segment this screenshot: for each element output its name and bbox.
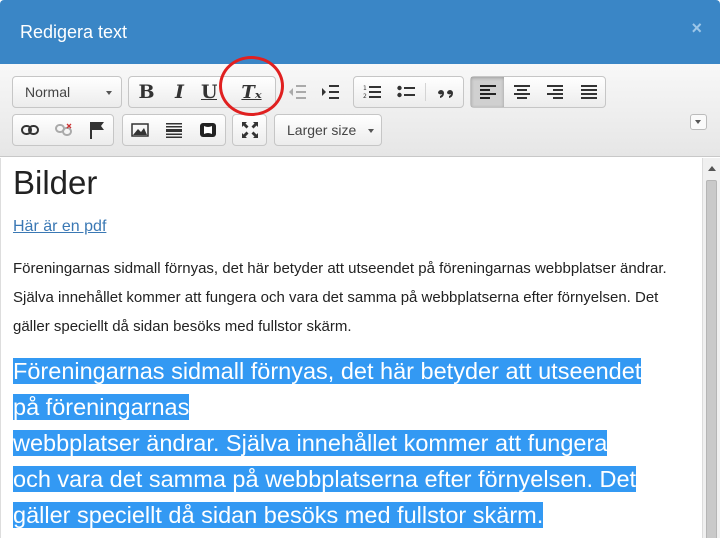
numbered-list-icon: 1 2 xyxy=(363,85,381,100)
horizontal-rule-button[interactable] xyxy=(158,115,189,145)
font-size-value: Larger size xyxy=(287,122,357,138)
indent-group xyxy=(280,76,347,108)
content-heading: Bilder xyxy=(13,164,98,201)
unlink-icon xyxy=(54,123,72,136)
align-left-icon xyxy=(479,85,496,99)
iframe-button[interactable] xyxy=(192,115,223,145)
scroll-up-icon[interactable] xyxy=(708,166,716,171)
italic-icon: I xyxy=(175,81,184,103)
selected-text: Föreningarnas sidmall förnyas, det här b… xyxy=(13,353,690,533)
underline-icon: U xyxy=(201,81,217,103)
blockquote-button[interactable] xyxy=(430,77,461,107)
selected-line: Föreningarnas sidmall förnyas, det här b… xyxy=(13,358,642,384)
horizontal-rule-icon xyxy=(165,123,182,138)
chevron-down-icon xyxy=(368,129,374,133)
selected-line: gäller speciellt då sidan besöks med ful… xyxy=(13,502,544,528)
selected-line: webbplatser ändrar. Själva innehållet ko… xyxy=(13,430,608,456)
selected-line: och vara det samma på webbplatserna efte… xyxy=(13,466,637,492)
bold-button[interactable]: B xyxy=(131,77,162,107)
maximize-group xyxy=(232,114,267,146)
quote-icon xyxy=(437,90,453,98)
link-group xyxy=(12,114,114,146)
basic-styles-group: B I U Tₓ xyxy=(128,76,276,108)
maximize-icon xyxy=(241,122,258,138)
scrollbar-thumb[interactable] xyxy=(706,180,717,538)
alignment-group xyxy=(470,76,606,108)
svg-text:2: 2 xyxy=(363,93,367,100)
italic-button[interactable]: I xyxy=(164,77,195,107)
underline-button[interactable]: U xyxy=(197,77,217,107)
align-center-icon xyxy=(513,85,530,99)
pdf-link[interactable]: Här är en pdf xyxy=(13,218,106,236)
chevron-down-icon xyxy=(106,91,112,95)
outdent-icon xyxy=(288,85,306,99)
insert-group xyxy=(122,114,226,146)
editor-toolbar: Normal B I U Tₓ 1 2 Larger size xyxy=(0,64,720,157)
flag-icon xyxy=(89,122,104,139)
bullet-list-icon xyxy=(396,85,415,98)
numbered-list-button[interactable]: 1 2 xyxy=(356,77,387,107)
bold-icon: B xyxy=(138,81,155,103)
link-button[interactable] xyxy=(14,115,45,145)
chevron-down-icon xyxy=(695,120,701,124)
list-group: 1 2 xyxy=(353,76,464,108)
dialog-header: Redigera text × xyxy=(0,0,720,64)
align-justify-button[interactable] xyxy=(573,77,604,107)
align-justify-icon xyxy=(580,85,597,99)
dialog-title: Redigera text xyxy=(20,22,128,42)
align-left-button[interactable] xyxy=(471,77,504,107)
svg-text:1: 1 xyxy=(363,85,367,92)
format-dropdown[interactable]: Normal xyxy=(12,76,122,108)
maximize-button[interactable] xyxy=(234,115,265,145)
align-center-button[interactable] xyxy=(506,77,537,107)
indent-icon xyxy=(321,85,339,99)
align-right-icon xyxy=(546,85,563,99)
vertical-scrollbar[interactable] xyxy=(702,158,720,538)
unlink-button[interactable] xyxy=(48,115,79,145)
format-value: Normal xyxy=(25,84,71,100)
remove-format-icon: Tₓ xyxy=(241,81,262,103)
indent-button[interactable] xyxy=(314,77,345,107)
image-button[interactable] xyxy=(124,115,155,145)
anchor-button[interactable] xyxy=(81,115,112,145)
selected-line: på föreningarnas xyxy=(13,394,190,420)
toolbar-separator xyxy=(425,83,426,101)
toolbar-collapse-button[interactable] xyxy=(690,114,707,130)
frame-icon xyxy=(199,123,216,137)
editor-content[interactable]: Bilder Här är en pdf Föreningarnas sidma… xyxy=(0,158,702,538)
align-right-button[interactable] xyxy=(539,77,570,107)
remove-format-button[interactable]: Tₓ xyxy=(236,77,267,107)
outdent-button[interactable] xyxy=(281,77,312,107)
image-icon xyxy=(130,123,149,137)
link-icon xyxy=(20,125,39,135)
content-paragraph: Föreningarnas sidmall förnyas, det här b… xyxy=(13,260,667,335)
font-size-dropdown[interactable]: Larger size xyxy=(274,114,382,146)
close-icon[interactable]: × xyxy=(691,18,702,39)
bullet-list-button[interactable] xyxy=(390,77,421,107)
